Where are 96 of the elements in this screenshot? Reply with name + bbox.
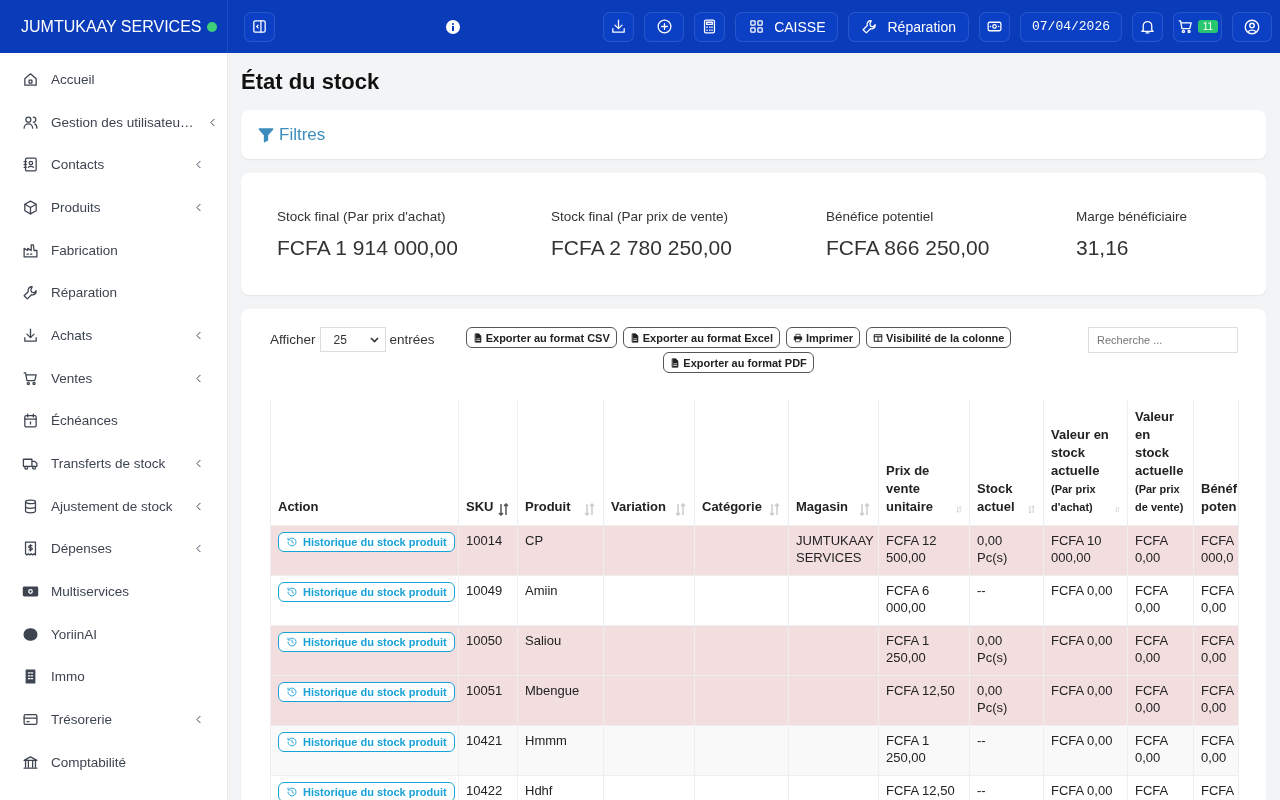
table-cell: --	[977, 783, 986, 798]
export-button[interactable]: Visibilité de la colonne	[866, 327, 1012, 348]
sidebar-item[interactable]: Gestion des utilisateu…	[0, 100, 227, 144]
brand-name: JUMTUKAAY SERVICES	[21, 17, 202, 36]
cart-count-badge: 11	[1197, 20, 1219, 33]
column-header[interactable]: Valeur en stock actuelle (Par prix d'achat)	[1043, 400, 1128, 526]
table-cell: 0,00 Pc(s)	[977, 633, 1008, 665]
column-header[interactable]: Variation	[603, 400, 695, 526]
show-label: Afficher	[270, 331, 316, 347]
table-cell: FCFA 10 000,00	[1051, 533, 1102, 565]
column-header[interactable]: Magasin	[788, 400, 879, 526]
table-cell: --	[977, 733, 986, 748]
sidebar-item[interactable]: Ventes	[0, 356, 227, 400]
table-cell: FCFA 0,00	[1051, 783, 1113, 798]
date-button[interactable]: 07/04/2026	[1020, 11, 1122, 42]
filters-card[interactable]: Filtres	[241, 110, 1266, 159]
table-cell: Hmmm	[525, 733, 567, 748]
table-cell: CP	[525, 533, 544, 548]
table-cell: FCFA	[1201, 783, 1235, 798]
stat-value: FCFA 1 914 000,00	[277, 235, 459, 260]
caisse-button[interactable]: CAISSE	[735, 11, 839, 42]
sidebar-item[interactable]: Réparation	[0, 271, 227, 315]
table-cell: 10051	[466, 683, 503, 698]
table-cell: FCFA 0,00	[1201, 683, 1234, 715]
table-cell: 10422	[466, 783, 503, 798]
stat-value: FCFA 2 780 250,00	[551, 235, 733, 260]
column-header[interactable]: SKU	[458, 400, 518, 526]
table-cell: --	[977, 583, 986, 598]
column-header[interactable]: Valeur en stock actuelle (Par prix de vente)	[1127, 400, 1194, 526]
search-field[interactable]: Recherche ...	[1088, 327, 1238, 353]
sidebar-item[interactable]: Ajustement de stock	[0, 484, 227, 528]
table-cell: 0,00 Pc(s)	[977, 533, 1008, 565]
table-cell: FCFA 0,00	[1051, 583, 1113, 598]
table-cell: FCFA 0,00	[1135, 583, 1168, 615]
table-cell: FCFA 000,0	[1201, 533, 1234, 565]
table-cell: FCFA 1 250,00	[886, 633, 930, 665]
sidebar-item[interactable]: Échéances	[0, 399, 227, 443]
sidebar-item[interactable]: Produits	[0, 186, 227, 229]
repair-button[interactable]: Réparation	[848, 11, 969, 42]
column-header[interactable]: Bénéf poten	[1193, 400, 1239, 526]
export-button[interactable]: Imprimer	[786, 327, 861, 348]
table-cell: FCFA 12,50	[886, 683, 955, 698]
sidebar-item[interactable]: Fabrication	[0, 228, 227, 272]
filters-label[interactable]: Filtres	[279, 124, 326, 145]
table-cell: FCFA 0,00	[1051, 633, 1113, 648]
sidebar-item[interactable]: Immo	[0, 655, 227, 699]
table-cell: 10049	[466, 583, 503, 598]
table-cell: 0,00 Pc(s)	[977, 683, 1008, 715]
sidebar-item[interactable]: Contacts	[0, 143, 227, 187]
page-size-select[interactable]: 25	[319, 327, 386, 352]
stat-label: Marge bénéficiaire	[1076, 208, 1189, 224]
table-cell: FCFA 0,00	[1051, 683, 1113, 698]
table-cell: FCFA	[1135, 783, 1169, 798]
sidebar-item[interactable]: YoriinAI	[0, 612, 227, 656]
export-button[interactable]: Exporter au format CSV	[465, 327, 617, 348]
entries-label: entrées	[389, 331, 435, 347]
table-cell: 10014	[466, 533, 503, 548]
table-cell: FCFA 0,00	[1201, 633, 1234, 665]
sidebar-item[interactable]: Accueil	[0, 58, 227, 101]
stat-label: Bénéfice potentiel	[826, 208, 935, 224]
page-title: État du stock	[241, 69, 381, 95]
table-cell: FCFA 0,00	[1135, 683, 1168, 715]
table-cell: FCFA 1 250,00	[886, 733, 930, 765]
sidebar-item[interactable]: Dépenses	[0, 527, 227, 571]
table-cell: FCFA 0,00	[1135, 733, 1168, 765]
table-cell: FCFA 0,00	[1201, 733, 1234, 765]
sidebar-item[interactable]: Transferts de stock	[0, 442, 227, 485]
stat-value: 31,16	[1076, 235, 1130, 260]
table-cell: FCFA 6 000,00	[886, 583, 930, 615]
stat-value: FCFA 866 250,00	[826, 235, 991, 260]
table-cell: 10421	[466, 733, 503, 748]
table-cell: Amiin	[525, 583, 558, 598]
column-header[interactable]: Produit	[517, 400, 604, 526]
stat-label: Stock final (Par prix d'achat)	[277, 208, 447, 224]
column-header[interactable]: Prix de vente unitaire	[878, 400, 970, 526]
stat-label: Stock final (Par prix de vente)	[551, 208, 730, 224]
table-cell: FCFA 0,00	[1201, 583, 1234, 615]
export-button[interactable]: Exporter au format Excel	[622, 327, 780, 348]
sidebar-item[interactable]: Trésorerie	[0, 698, 227, 741]
sidebar-item[interactable]: Comptabilité	[0, 741, 227, 784]
sidebar-item[interactable]: Achats	[0, 314, 227, 357]
table-cell: Hdhf	[525, 783, 553, 798]
table-cell: FCFA 12 500,00	[886, 533, 937, 565]
export-button[interactable]: Exporter au format PDF	[663, 352, 814, 373]
sidebar-item[interactable]: Multiservices	[0, 570, 227, 613]
table-cell: JUMTUKAAY SERVICES	[796, 533, 874, 565]
table-cell: FCFA 12,50	[886, 783, 955, 798]
table-cell: 10050	[466, 633, 503, 648]
table-cell: Mbengue	[525, 683, 580, 698]
column-header[interactable]: Action	[270, 400, 459, 526]
table-cell: FCFA 0,00	[1135, 533, 1168, 565]
table-cell: FCFA 0,00	[1051, 733, 1113, 748]
column-header[interactable]: Catégorie	[694, 400, 789, 526]
table-cell: FCFA 0,00	[1135, 633, 1168, 665]
table-cell: Saliou	[525, 633, 562, 648]
column-header[interactable]: Stock actuel	[969, 400, 1044, 526]
